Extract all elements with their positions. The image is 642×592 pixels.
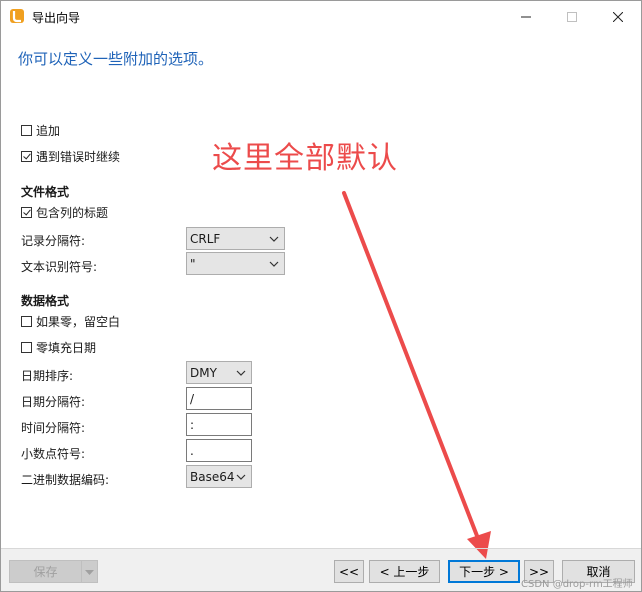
previous-button[interactable]: < 上一步 xyxy=(369,560,440,583)
include-headers-option[interactable]: 包含列的标题 xyxy=(21,204,108,220)
title-bar: 导出向导 xyxy=(1,1,641,32)
app-icon xyxy=(10,9,24,23)
append-label: 追加 xyxy=(36,123,61,138)
binary-encoding-select[interactable]: Base64 xyxy=(186,465,252,488)
first-button[interactable]: << xyxy=(334,560,364,583)
close-icon xyxy=(613,11,623,22)
file-format-title: 文件格式 xyxy=(21,185,70,199)
binary-encoding-value: Base64 xyxy=(190,469,235,484)
chevron-down-icon xyxy=(269,261,279,267)
date-delimiter-input[interactable]: / xyxy=(186,387,252,410)
date-order-value: DMY xyxy=(190,365,217,380)
record-delimiter-value: CRLF xyxy=(190,231,221,246)
chevron-down-icon xyxy=(236,370,246,376)
chevron-down-icon xyxy=(236,474,246,480)
text-qualifier-label: 文本识别符号: xyxy=(21,260,98,274)
minimize-button[interactable] xyxy=(503,1,549,32)
maximize-button[interactable] xyxy=(549,1,595,32)
date-delimiter-label: 日期分隔符: xyxy=(21,395,86,409)
text-qualifier-value: " xyxy=(190,256,196,271)
time-delimiter-input[interactable]: : xyxy=(186,413,252,436)
chevron-down-icon xyxy=(269,236,279,242)
page-header: 你可以定义一些附加的选项。 xyxy=(18,50,214,68)
text-qualifier-select[interactable]: " xyxy=(186,252,285,275)
append-option[interactable]: 追加 xyxy=(21,122,60,138)
decimal-symbol-input[interactable]: . xyxy=(186,439,252,462)
continue-on-error-option[interactable]: 遇到错误时继续 xyxy=(21,148,120,164)
data-format-title: 数据格式 xyxy=(21,294,70,308)
annotation-text: 这里全部默认 xyxy=(212,141,398,176)
zero-pad-date-option[interactable]: 零填充日期 xyxy=(21,339,96,355)
date-order-label: 日期排序: xyxy=(21,369,74,383)
maximize-icon xyxy=(567,11,577,22)
save-dropdown-button[interactable] xyxy=(81,560,98,583)
wizard-content: 你可以定义一些附加的选项。 追加 遇到错误时继续 文件格式 包含列的标题 记录分… xyxy=(1,32,641,548)
zero-pad-date-checkbox[interactable] xyxy=(21,341,32,353)
export-wizard-window: 导出向导 你可以定义一些附加的选项。 追加 遇到错误时继续 文件格式 包含列的标… xyxy=(0,0,642,592)
record-delimiter-label: 记录分隔符: xyxy=(21,234,86,248)
minimize-icon xyxy=(521,16,531,17)
next-button[interactable]: 下一步 > xyxy=(448,560,520,583)
watermark: CSDN @drop-rm工程师 xyxy=(521,579,633,590)
continue-on-error-checkbox[interactable] xyxy=(21,150,32,162)
window-title: 导出向导 xyxy=(32,11,81,25)
include-headers-label: 包含列的标题 xyxy=(36,205,109,220)
append-checkbox[interactable] xyxy=(21,124,32,136)
blank-if-zero-checkbox[interactable] xyxy=(21,315,32,327)
date-order-select[interactable]: DMY xyxy=(186,361,252,384)
footer-divider xyxy=(1,548,641,549)
binary-encoding-label: 二进制数据编码: xyxy=(21,473,110,487)
zero-pad-date-label: 零填充日期 xyxy=(36,340,97,355)
blank-if-zero-option[interactable]: 如果零，留空白 xyxy=(21,313,120,329)
time-delimiter-label: 时间分隔符: xyxy=(21,421,86,435)
include-headers-checkbox[interactable] xyxy=(21,206,32,218)
blank-if-zero-label: 如果零，留空白 xyxy=(36,314,121,329)
decimal-symbol-label: 小数点符号: xyxy=(21,447,86,461)
chevron-down-icon xyxy=(85,570,94,575)
save-button[interactable]: 保存 xyxy=(9,560,82,583)
record-delimiter-select[interactable]: CRLF xyxy=(186,227,285,250)
close-button[interactable] xyxy=(595,1,641,32)
continue-on-error-label: 遇到错误时继续 xyxy=(36,149,121,164)
